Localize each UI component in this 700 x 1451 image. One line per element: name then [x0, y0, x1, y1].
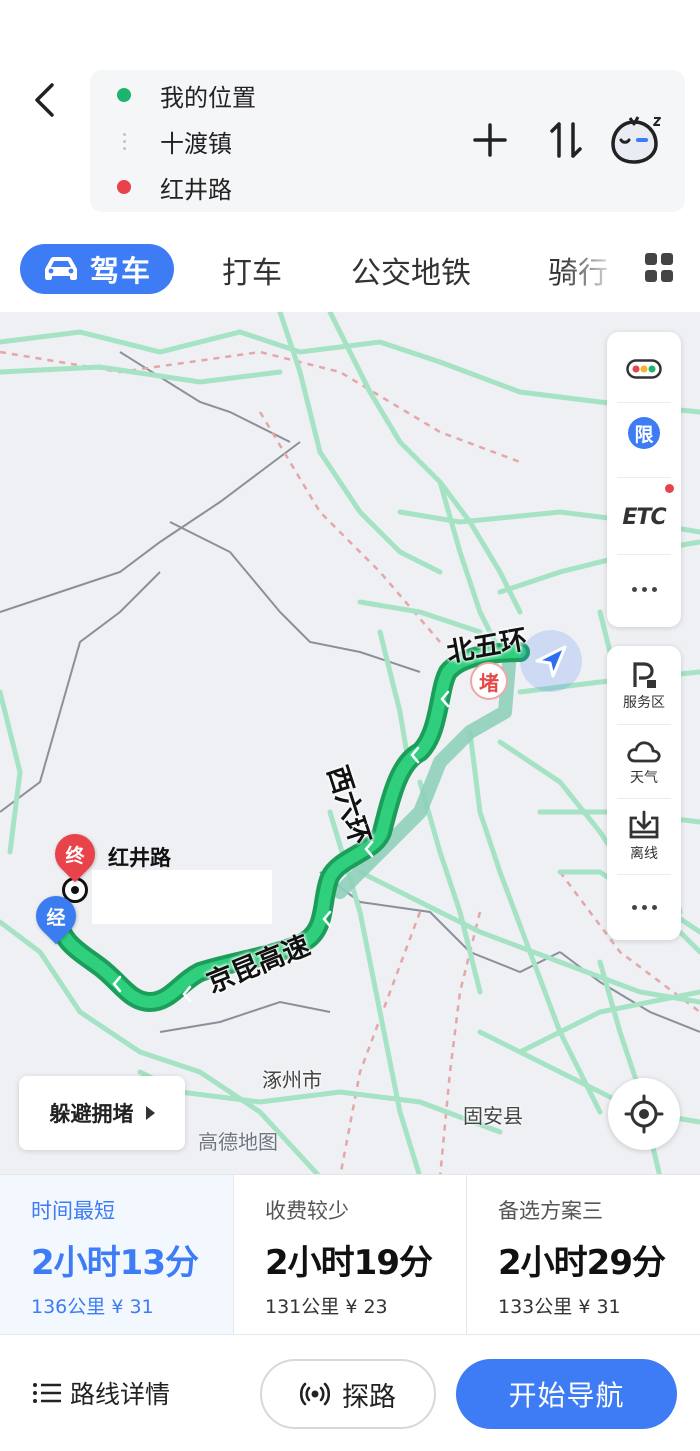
route-distance: 136公里 [31, 1296, 106, 1318]
separator [617, 724, 671, 725]
current-location-marker [520, 630, 582, 692]
map-view[interactable]: 北五环 西六环 京昆高速 涿州市 固安县 高德地图 红井路 终 经 堵 限 ET… [0, 312, 700, 1177]
tab-transit[interactable]: 公交地铁 [351, 248, 471, 292]
traffic-light-icon [626, 359, 662, 379]
more-dots-icon [631, 904, 657, 910]
destination-label: 红井路 [160, 175, 232, 204]
route-name: 收费较少 [265, 1199, 349, 1223]
list-icon [33, 1383, 61, 1403]
navigation-arrow-icon [535, 645, 567, 678]
waypoint-row[interactable]: 十渡镇 [90, 118, 232, 164]
redacted-address [92, 870, 272, 924]
service-area-label: 服务区 [623, 694, 665, 711]
route-distance: 133公里 [498, 1296, 573, 1318]
route-options: 时间最短 2小时13分 136公里 ¥ 31 收费较少 2小时19分 131公里… [0, 1174, 700, 1335]
plus-icon [473, 123, 507, 157]
restriction-icon: 限 [628, 417, 660, 449]
signal-broadcast-icon [300, 1382, 330, 1406]
service-area-toggle[interactable]: 服务区 [607, 652, 681, 720]
car-icon [44, 257, 77, 280]
route-meta: 131公里 ¥ 23 [265, 1292, 388, 1319]
weather-toggle[interactable]: 天气 [607, 728, 681, 796]
tab-fade [560, 238, 635, 298]
route-meta: 133公里 ¥ 31 [498, 1292, 621, 1319]
separator [617, 798, 671, 799]
offline-label: 离线 [630, 845, 658, 862]
etc-notice-dot [665, 484, 674, 493]
route-meta: 136公里 ¥ 31 [31, 1292, 154, 1319]
back-button[interactable] [22, 78, 66, 122]
swap-button[interactable] [546, 118, 586, 162]
route-details-button[interactable]: 路线详情 [32, 1365, 170, 1421]
destination-map-label: 红井路 [108, 846, 171, 870]
start-navigation-button[interactable]: 开始导航 [456, 1359, 677, 1429]
offline-toggle[interactable]: 离线 [607, 802, 681, 870]
origin-label: 我的位置 [160, 83, 256, 112]
more-tools-button[interactable] [607, 878, 681, 936]
route-details-label: 路线详情 [70, 1380, 171, 1409]
route-option-1[interactable]: 时间最短 2小时13分 136公里 ¥ 31 [0, 1175, 233, 1335]
route-time: 2小时13分 [31, 1243, 199, 1283]
route-option-3[interactable]: 备选方案三 2小时29分 133公里 ¥ 31 [467, 1175, 700, 1335]
separator [617, 402, 671, 403]
map-layer-controls: 限 ETC [607, 332, 681, 627]
chevron-left-icon [35, 83, 54, 117]
mode-tabs: 驾车 打车 公交地铁 骑行 [0, 238, 700, 302]
bottom-action-bar: 路线详情 探路 开始导航 [0, 1334, 700, 1451]
avoid-congestion-button[interactable]: 躲避拥堵 [19, 1076, 185, 1150]
traffic-toggle[interactable] [607, 340, 681, 398]
end-marker-label: 终 [65, 844, 85, 867]
place-label-guan: 固安县 [463, 1104, 523, 1128]
cloud-icon [627, 740, 661, 762]
destination-row[interactable]: 红井路 [90, 164, 232, 210]
separator [617, 477, 671, 478]
route-toll: ¥ 23 [345, 1296, 388, 1318]
route-toll: ¥ 31 [111, 1296, 154, 1318]
restriction-toggle[interactable]: 限 [607, 404, 681, 462]
separator [617, 874, 671, 875]
route-distance: 131公里 [265, 1296, 340, 1318]
map-base [0, 312, 700, 1177]
route-option-2[interactable]: 收费较少 2小时19分 131公里 ¥ 23 [234, 1175, 467, 1335]
download-icon [629, 810, 659, 838]
congestion-badge[interactable]: 堵 [470, 662, 508, 700]
explore-route-label: 探路 [342, 1381, 396, 1413]
more-modes-icon[interactable] [645, 253, 675, 283]
map-watermark: 高德地图 [198, 1130, 278, 1154]
route-inputs: 我的位置 十渡镇 红井路 [90, 70, 685, 212]
route-toll: ¥ 31 [578, 1296, 621, 1318]
origin-dot [117, 88, 131, 102]
destination-dot [117, 180, 131, 194]
locate-button[interactable] [608, 1078, 680, 1150]
swap-arrows-icon [550, 122, 582, 158]
explore-route-button[interactable]: 探路 [260, 1359, 436, 1429]
add-waypoint-button[interactable] [472, 120, 508, 160]
play-triangle-icon [145, 1106, 155, 1120]
waypoint-dots [117, 132, 131, 150]
waypoint-label: 十渡镇 [160, 129, 232, 158]
place-label-zhuozhou: 涿州市 [262, 1068, 322, 1092]
start-navigation-label: 开始导航 [508, 1379, 625, 1412]
more-layers-button[interactable] [607, 560, 681, 618]
assistant-button[interactable] [606, 112, 664, 170]
tab-drive[interactable]: 驾车 [20, 244, 174, 294]
separator [617, 554, 671, 555]
route-name: 时间最短 [31, 1199, 115, 1223]
route-name: 备选方案三 [498, 1199, 603, 1223]
route-time: 2小时29分 [498, 1243, 666, 1283]
weather-label: 天气 [630, 769, 658, 786]
avoid-congestion-label: 躲避拥堵 [49, 1102, 134, 1126]
tab-taxi[interactable]: 打车 [222, 248, 282, 292]
map-poi-controls: 服务区 天气 离线 [607, 646, 681, 940]
tab-drive-label: 驾车 [89, 254, 152, 288]
sleepy-assistant-icon [611, 116, 661, 164]
locate-crosshair-icon [624, 1094, 664, 1134]
route-time: 2小时19分 [265, 1243, 433, 1283]
etc-label: ETC [622, 504, 666, 530]
origin-row[interactable]: 我的位置 [90, 72, 256, 118]
more-dots-icon [631, 586, 657, 592]
via-marker-label: 经 [46, 906, 66, 929]
parking-icon [633, 661, 656, 688]
